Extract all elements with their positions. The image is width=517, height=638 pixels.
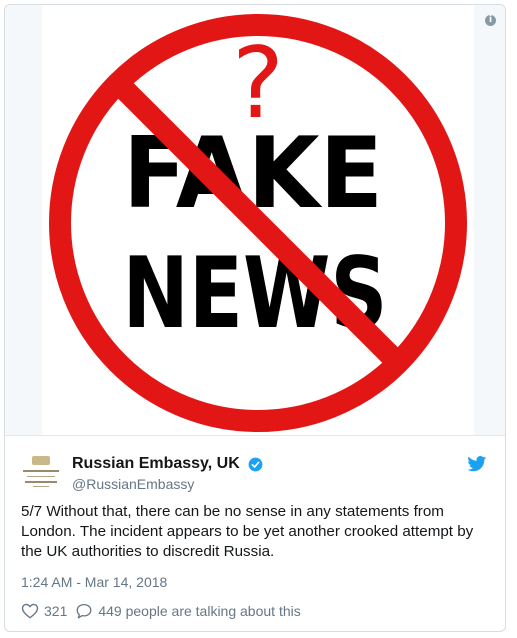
tweet-timestamp[interactable]: 1:24 AM - Mar 14, 2018 [21, 574, 167, 590]
avatar-line [27, 476, 55, 477]
avatar-crest [32, 456, 50, 465]
avatar-line [25, 481, 57, 483]
talking-link[interactable]: 449 people are talking about this [75, 602, 301, 620]
like-count: 321 [44, 603, 68, 619]
news-text: NEWS [123, 237, 388, 351]
user-handle[interactable]: @RussianEmbassy [72, 476, 194, 492]
heart-icon [21, 603, 39, 619]
embedded-tweet-card: ? FAKE NEWS i Russian Embassy, UK @Russi… [4, 4, 506, 632]
talking-text: 449 people are talking about this [98, 603, 301, 619]
name-row: Russian Embassy, UK [72, 455, 263, 475]
avatar-line [23, 470, 59, 472]
no-fake-news-graphic: ? FAKE NEWS [49, 14, 467, 432]
like-button[interactable]: 321 [21, 602, 67, 620]
info-icon[interactable]: i [485, 15, 496, 26]
verified-badge-icon [248, 457, 263, 471]
tweet-media[interactable]: ? FAKE NEWS i [5, 5, 505, 436]
avatar-line [33, 486, 49, 487]
tweet-text: 5/7 Without that, there can be no sense … [21, 503, 474, 560]
tweet-actions: 321 449 people are talking about this [21, 601, 301, 621]
fake-news-image[interactable]: ? FAKE NEWS [42, 5, 474, 435]
tweet-header: Russian Embassy, UK @RussianEmbassy [21, 450, 489, 496]
speech-bubble-icon [76, 603, 92, 619]
twitter-bird-icon[interactable] [467, 456, 487, 472]
avatar[interactable] [21, 453, 61, 493]
display-name[interactable]: Russian Embassy, UK [72, 455, 240, 472]
